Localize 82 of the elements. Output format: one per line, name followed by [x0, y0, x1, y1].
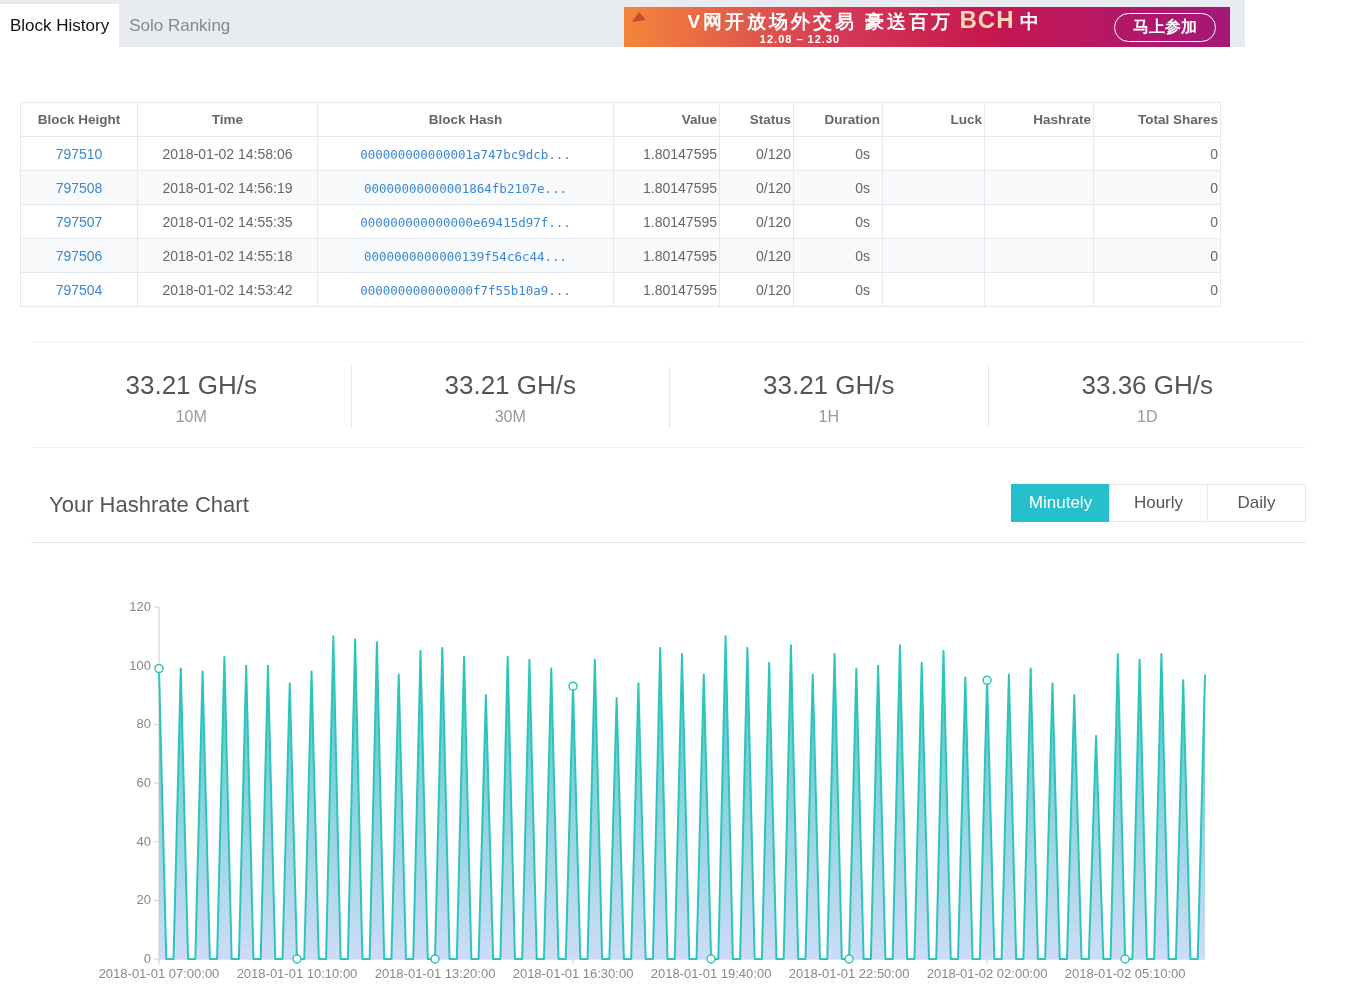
table-cell: 2018-01-02 14:55:18	[137, 238, 318, 273]
hashrate-value: 33.36 GH/s	[1081, 369, 1213, 402]
hashrate-value: 33.21 GH/s	[125, 369, 257, 402]
hashrate-value: 33.21 GH/s	[444, 369, 576, 402]
x-tick-label: 2018-01-01 22:50:00	[788, 966, 910, 981]
x-tick-label: 2018-01-01 10:10:00	[236, 966, 358, 981]
table-cell: 0/120	[719, 136, 794, 171]
ad-dates: 12.08 – 12.30	[759, 33, 841, 45]
period-label: 10M	[175, 407, 207, 427]
column-header: Hashrate	[984, 102, 1094, 137]
data-point	[844, 954, 854, 964]
table-cell: 0s	[793, 272, 883, 307]
column-header: Block Height	[20, 102, 138, 137]
table-cell: 0	[1093, 170, 1221, 205]
period-label: 30M	[494, 407, 526, 427]
table-cell: 1.80147595	[613, 204, 720, 239]
ad-highlight: BCH	[959, 9, 1015, 31]
tab[interactable]: Block History	[0, 4, 120, 47]
range-button[interactable]: Minutely	[1011, 484, 1110, 522]
data-point	[154, 663, 164, 674]
table-cell: 0/120	[719, 170, 794, 205]
x-tick-label: 2018-01-01 07:00:00	[98, 966, 220, 981]
column-header: Time	[137, 102, 318, 137]
range-button[interactable]: Daily	[1207, 484, 1306, 522]
block-height-link[interactable]: 797510	[55, 145, 103, 162]
x-tick-label: 2018-01-01 16:30:00	[512, 966, 634, 981]
table-cell: 0	[1093, 272, 1221, 307]
table-cell: 2018-01-02 14:53:42	[137, 272, 318, 307]
table-cell: 0	[1093, 238, 1221, 273]
chart-title: Your Hashrate Chart	[49, 492, 249, 518]
y-tick-label: 40	[136, 833, 151, 849]
tab[interactable]: Solo Ranking	[119, 4, 241, 47]
data-point	[430, 954, 440, 964]
table-cell: 1.80147595	[613, 136, 720, 171]
table-cell: 0s	[793, 170, 883, 205]
table-cell: 0s	[793, 204, 883, 239]
table-cell: 2018-01-02 14:58:06	[137, 136, 318, 171]
data-point	[706, 954, 716, 964]
table-cell: 0s	[793, 136, 883, 171]
x-tick-label: 2018-01-02 05:10:00	[1064, 966, 1186, 981]
block-height-link[interactable]: 797506	[55, 247, 103, 264]
table-cell: 0s	[793, 238, 883, 273]
x-tick-label: 2018-01-01 19:40:00	[650, 966, 772, 981]
column-header: Block Hash	[317, 102, 614, 137]
data-point	[292, 954, 302, 964]
y-tick-label: 120	[129, 599, 151, 614]
ad-suffix: 中	[1020, 11, 1043, 33]
column-header: Total Shares	[1093, 102, 1221, 137]
table-cell: 0	[1093, 136, 1221, 171]
table-cell: 1.80147595	[613, 238, 720, 273]
column-header: Value	[613, 102, 720, 137]
x-tick-label: 2018-01-01 13:20:00	[374, 966, 496, 981]
period-label: 1H	[818, 407, 839, 427]
table-cell: 0/120	[719, 238, 794, 273]
y-tick-label: 60	[136, 775, 151, 790]
block-height-link[interactable]: 797504	[55, 281, 103, 298]
block-height-link[interactable]: 797507	[55, 213, 103, 230]
period-label: 1D	[1137, 407, 1158, 427]
table-cell: 2018-01-02 14:55:35	[137, 204, 318, 239]
column-header: Status	[719, 102, 794, 137]
ad-banner[interactable]: V网开放场外交易 豪送百万 BCH 中 12.08 – 12.30 马上参加	[624, 7, 1230, 47]
table-cell: 1.80147595	[613, 170, 720, 205]
data-point	[1120, 954, 1130, 964]
column-header: Luck	[882, 102, 985, 137]
data-point	[982, 675, 992, 686]
ad-headline: V网开放场外交易 豪送百万	[687, 11, 954, 33]
y-tick-label: 100	[129, 657, 151, 673]
column-header: Duration	[793, 102, 883, 137]
hashrate-value: 33.21 GH/s	[763, 369, 895, 402]
data-point	[568, 681, 578, 691]
table-cell: 0	[1093, 204, 1221, 239]
y-tick-label: 80	[136, 716, 151, 732]
range-button[interactable]: Hourly	[1109, 484, 1208, 522]
block-height-link[interactable]: 797508	[55, 179, 103, 196]
table-cell: 0/120	[719, 272, 794, 307]
y-tick-label: 0	[143, 951, 151, 966]
x-tick-label: 2018-01-02 02:00:00	[926, 966, 1048, 981]
table-cell: 0/120	[719, 204, 794, 239]
triangle-icon	[632, 12, 646, 22]
y-tick-label: 20	[136, 892, 151, 908]
table-cell: 2018-01-02 14:56:19	[137, 170, 318, 205]
table-cell: 1.80147595	[613, 272, 720, 307]
